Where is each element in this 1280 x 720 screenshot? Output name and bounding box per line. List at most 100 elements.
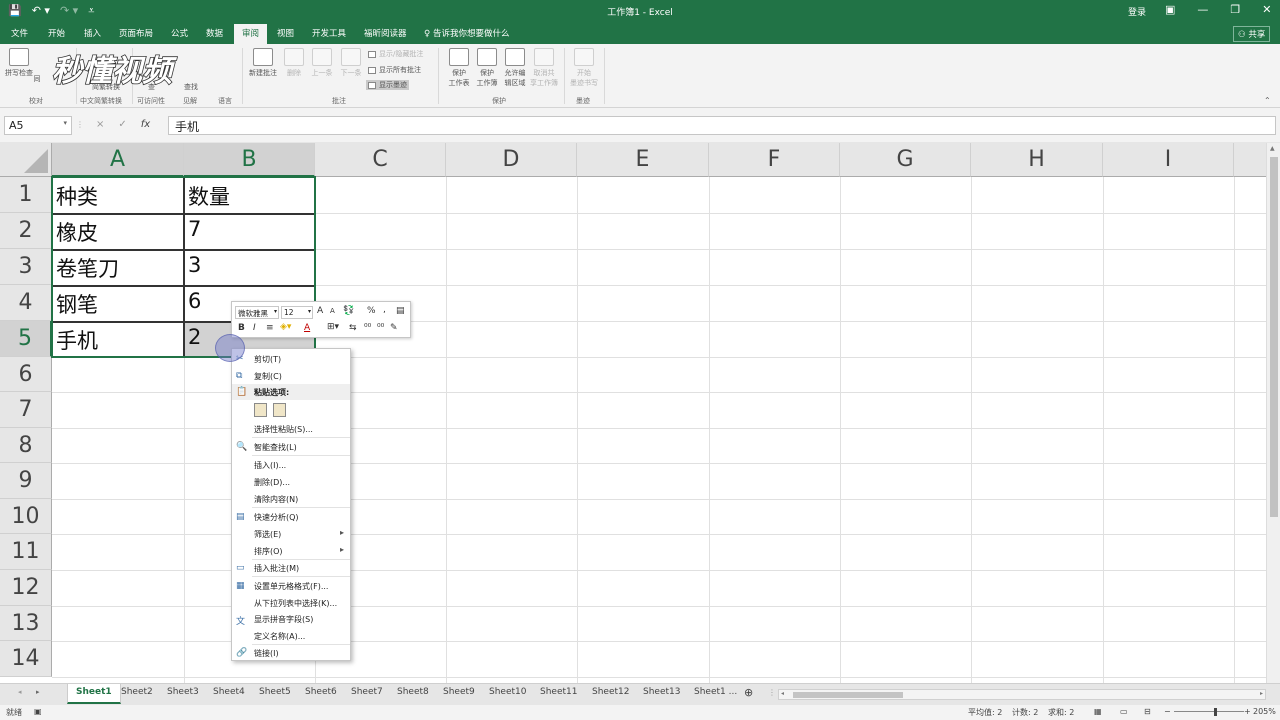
sheet-tab-9[interactable]: Sheet9 (443, 687, 475, 697)
row-header-8[interactable]: 8 (0, 428, 52, 463)
next-comment-button[interactable]: 下一条 (336, 48, 366, 78)
tab-data[interactable]: 数据 (206, 27, 223, 39)
cell-a4[interactable]: 钢笔 (52, 289, 182, 319)
show-all-comments-button[interactable]: 显示所有批注 (368, 65, 421, 75)
tab-page-layout[interactable]: 页面布局 (119, 27, 153, 39)
page-break-view-icon[interactable]: ⊟ (1144, 707, 1151, 716)
menu-item-quick-analysis[interactable]: ▤ 快速分析(Q) (232, 509, 350, 525)
cell-a2[interactable]: 橡皮 (52, 217, 182, 247)
format-painter-icon[interactable]: ✎ (390, 323, 398, 333)
menu-item-insert-comment[interactable]: ▭ 插入批注(M) (232, 560, 350, 576)
increase-font-icon[interactable]: A (317, 306, 323, 316)
row-header-5[interactable]: 5 (0, 321, 52, 357)
cell-a5[interactable]: 手机 (52, 325, 182, 355)
decrease-font-icon[interactable]: A (330, 307, 335, 315)
show-ink-button[interactable]: 显示墨迹 (366, 80, 409, 90)
column-header-e[interactable]: E (577, 143, 709, 177)
column-header-b[interactable]: B (184, 143, 315, 177)
column-header-f[interactable]: F (709, 143, 840, 177)
row-header-3[interactable]: 3 (0, 249, 52, 285)
row-header-11[interactable]: 11 (0, 534, 52, 570)
sheet-tab-13[interactable]: Sheet13 (643, 687, 680, 697)
sheet-tab-12[interactable]: Sheet12 (592, 687, 629, 697)
paste-formatting-icon[interactable] (254, 403, 267, 417)
column-header-d[interactable]: D (446, 143, 577, 177)
menu-item-paste-special[interactable]: 选择性粘贴(S)... (232, 421, 350, 437)
sheet-tab-8[interactable]: Sheet8 (397, 687, 429, 697)
row-header-13[interactable]: 13 (0, 606, 52, 641)
vertical-scroll-thumb[interactable] (1270, 157, 1278, 517)
show-hide-comment-button[interactable]: 显示/隐藏批注 (368, 49, 423, 59)
cell-a3[interactable]: 卷笔刀 (52, 253, 182, 283)
sheet-tab-7[interactable]: Sheet7 (351, 687, 383, 697)
menu-item-copy[interactable]: ⧉ 复制(C) (232, 368, 350, 384)
decrease-decimal-icon[interactable]: ⁰⁰ (377, 323, 384, 333)
align-center-icon[interactable]: ≡ (266, 323, 274, 333)
cell-a1[interactable]: 种类 (52, 181, 182, 211)
tab-insert[interactable]: 插入 (84, 27, 101, 39)
tab-home[interactable]: 开始 (48, 27, 65, 39)
menu-item-phonetic[interactable]: 文显示拼音字段(S) (232, 611, 350, 627)
tab-split-handle-icon[interactable]: ⋮ (768, 688, 776, 697)
cancel-icon[interactable]: × (96, 119, 104, 132)
menu-item-filter[interactable]: 筛选(E) ▸ (232, 526, 350, 542)
ribbon-display-options-icon[interactable]: ▣ (1165, 3, 1175, 16)
restore-icon[interactable]: ❐ (1230, 3, 1240, 16)
row-header-12[interactable]: 12 (0, 570, 52, 606)
menu-item-smart-lookup[interactable]: 🔍 智能查找(L) (232, 439, 350, 455)
tab-file[interactable]: 文件 (11, 27, 28, 39)
unshare-workbook-button[interactable]: 取消共 享工作簿 (527, 48, 561, 88)
format-painter-box-icon[interactable]: ▤ (396, 306, 405, 316)
menu-item-link[interactable]: 🔗 链接(I) (232, 645, 350, 661)
sheet-tab-5[interactable]: Sheet5 (259, 687, 291, 697)
comma-style-icon[interactable]: , (383, 305, 386, 315)
worksheet-grid[interactable]: A B C D E F G H I 1 2 3 4 5 6 7 8 9 10 1… (0, 143, 1266, 683)
italic-icon[interactable]: I (253, 323, 256, 333)
tab-view[interactable]: 视图 (277, 27, 294, 39)
column-header-h[interactable]: H (971, 143, 1103, 177)
font-size-box[interactable]: 12 ▾ (281, 306, 313, 319)
column-header-partial[interactable] (1234, 143, 1266, 177)
horizontal-scroll-thumb[interactable] (793, 692, 903, 698)
menu-item-pick-from-list[interactable]: 从下拉列表中选择(K)... (232, 595, 350, 611)
start-inking-button[interactable]: 开始 墨迹书写 (567, 48, 601, 88)
sheet-tab-more[interactable]: Sheet1 ... (694, 687, 737, 697)
column-header-g[interactable]: G (840, 143, 971, 177)
percent-style-icon[interactable]: % (367, 306, 376, 316)
enter-icon[interactable]: ✓ (118, 119, 126, 132)
login-link[interactable]: 登录 (1128, 5, 1146, 18)
delete-comment-button[interactable]: 删除 (279, 48, 309, 78)
row-header-1[interactable]: 1 (0, 177, 52, 213)
scroll-tabs-right-icon[interactable]: ▸ (36, 688, 40, 696)
sheet-tab-10[interactable]: Sheet10 (489, 687, 526, 697)
scroll-tabs-left-icon[interactable]: ◂ (18, 688, 22, 696)
collapse-ribbon-icon[interactable]: ⌃ (1264, 96, 1271, 105)
new-comment-button[interactable]: 新建批注 (246, 48, 280, 78)
column-header-a[interactable]: A (52, 143, 184, 177)
sheet-tab-4[interactable]: Sheet4 (213, 687, 245, 697)
row-header-10[interactable]: 10 (0, 499, 52, 534)
add-sheet-icon[interactable]: ⊕ (744, 686, 753, 699)
sheet-tab-11[interactable]: Sheet11 (540, 687, 577, 697)
column-header-i[interactable]: I (1103, 143, 1234, 177)
vertical-scrollbar[interactable]: ▲ (1266, 143, 1280, 683)
page-layout-view-icon[interactable]: ▭ (1120, 707, 1128, 716)
cell-b3[interactable]: 3 (184, 253, 314, 277)
row-header-6[interactable]: 6 (0, 357, 52, 392)
sheet-tab-2[interactable]: Sheet2 (121, 687, 153, 697)
menu-item-cut[interactable]: ✂ 剪切(T) (232, 351, 350, 367)
font-color-icon[interactable]: A (304, 323, 310, 333)
horizontal-scrollbar[interactable]: ◂ ▸ (778, 689, 1266, 700)
name-box[interactable]: A5 ▾ (4, 116, 72, 135)
accounting-format-icon[interactable]: 💱 (343, 306, 354, 316)
borders-icon[interactable]: ⊞▾ (327, 322, 339, 332)
bold-icon[interactable]: B (238, 323, 245, 333)
row-header-14[interactable]: 14 (0, 641, 52, 677)
tab-developer[interactable]: 开发工具 (312, 27, 346, 39)
menu-item-clear[interactable]: 清除内容(N) (232, 491, 350, 507)
cell-b2[interactable]: 7 (184, 217, 314, 241)
row-header-7[interactable]: 7 (0, 392, 52, 428)
tab-formulas[interactable]: 公式 (171, 27, 188, 39)
sheet-tab-1[interactable]: Sheet1 (67, 684, 121, 704)
formula-input[interactable]: 手机 (168, 116, 1276, 135)
